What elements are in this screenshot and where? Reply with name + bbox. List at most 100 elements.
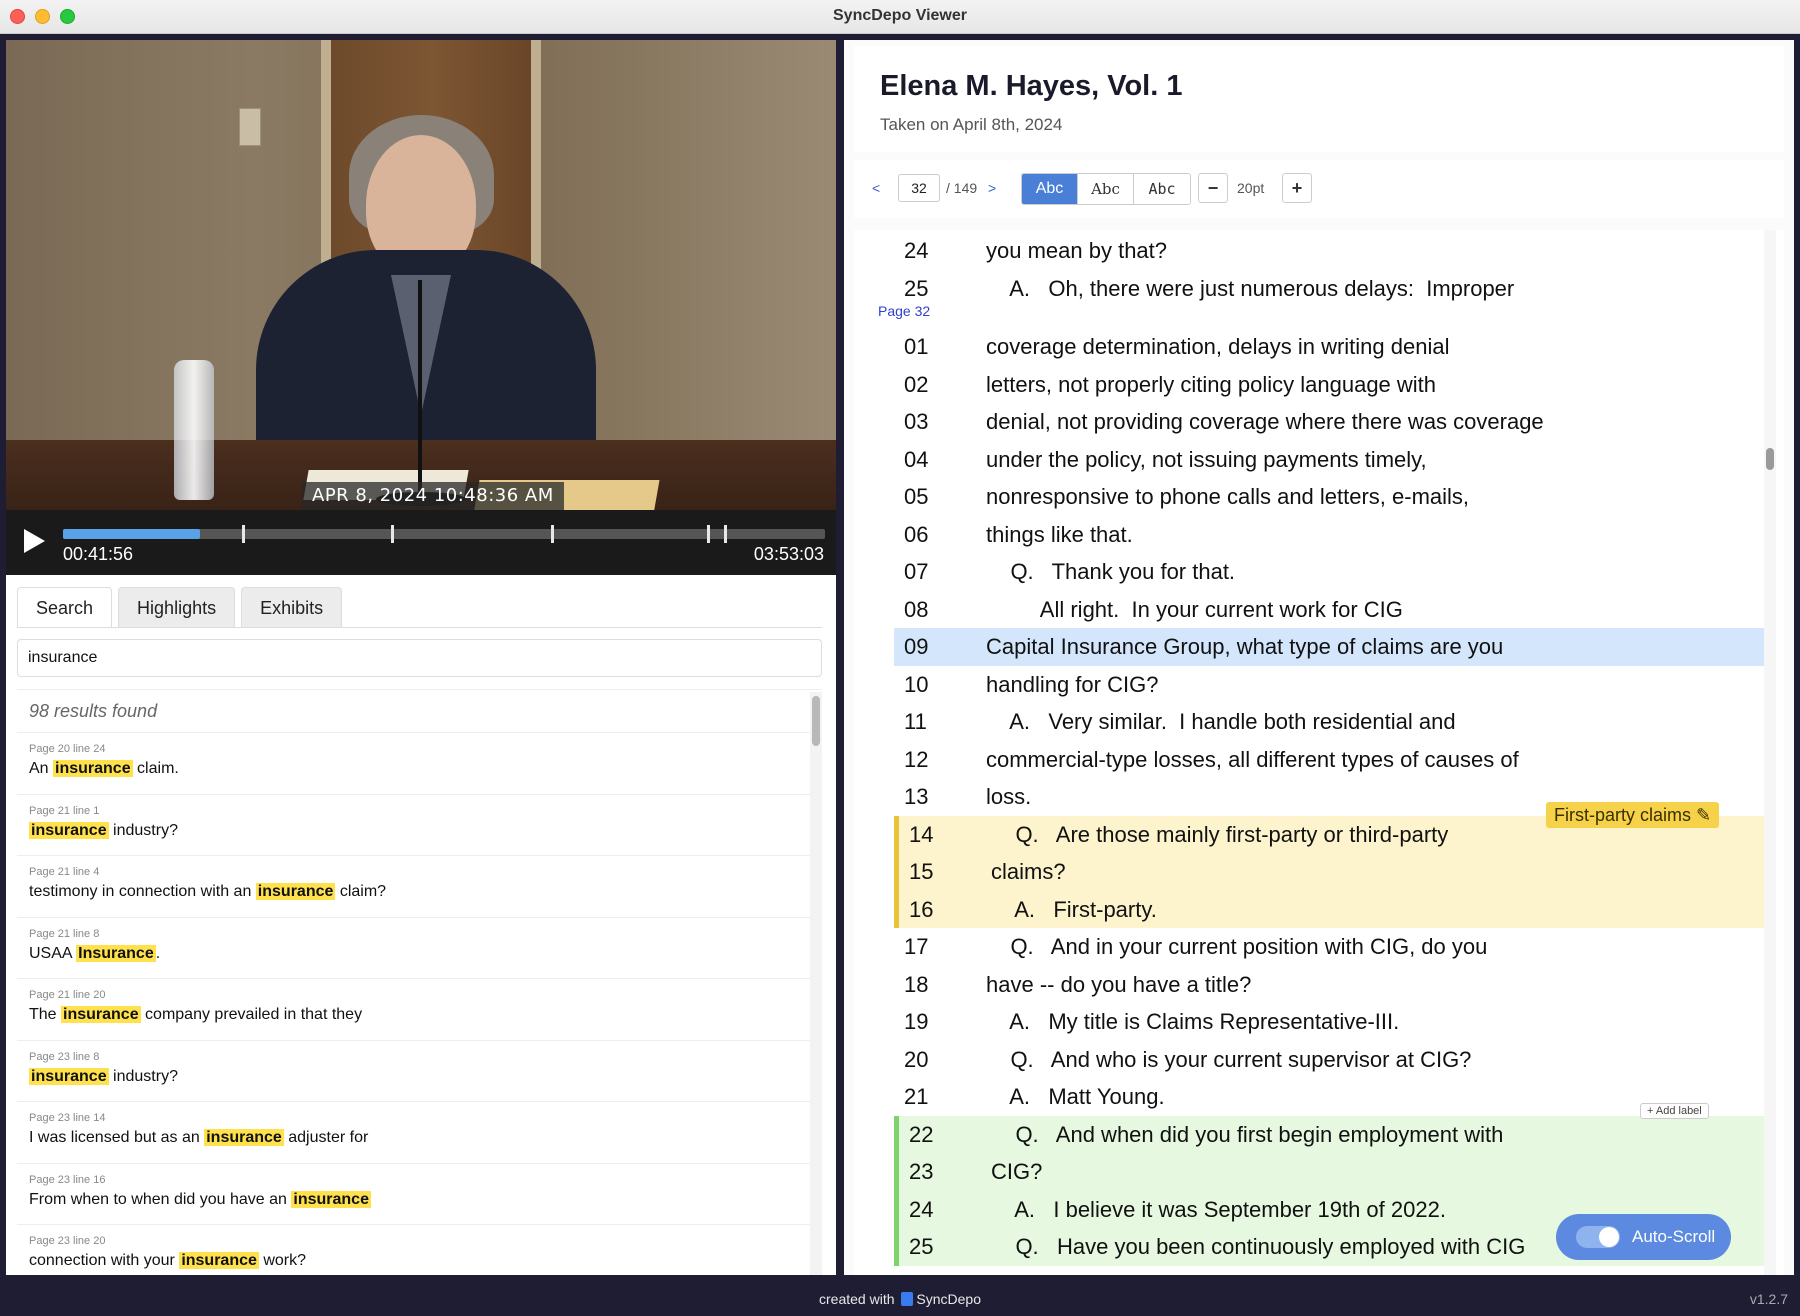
result-location: Page 23 line 8 bbox=[29, 1050, 100, 1063]
line-number: 23 bbox=[909, 1159, 934, 1184]
transcript-line[interactable]: 24 you mean by that? bbox=[894, 232, 1764, 270]
search-result[interactable]: Page 21 line 8 USAA Insurance. bbox=[17, 918, 822, 979]
tab-search[interactable]: Search bbox=[17, 587, 113, 627]
syncdepo-logo-icon bbox=[901, 1292, 914, 1306]
auto-scroll-toggle[interactable]: Auto-Scroll bbox=[1556, 1214, 1731, 1260]
transcript-line[interactable]: 10 handling for CIG? bbox=[894, 666, 1764, 704]
highlight-label-chip[interactable]: First-party claims ✎ bbox=[1546, 802, 1720, 828]
search-result[interactable]: Page 21 line 1 insurance industry? bbox=[17, 795, 822, 856]
transcript-scroll-thumb[interactable] bbox=[1766, 448, 1774, 470]
search-result[interactable]: Page 23 line 16 From when to when did you… bbox=[17, 1164, 822, 1225]
transcript-line[interactable]: 17 Q. And in your current position with … bbox=[894, 928, 1764, 966]
font-serif-button[interactable]: Abc bbox=[1078, 174, 1134, 204]
brand-name: SyncDepo bbox=[916, 1291, 981, 1307]
result-match: insurance bbox=[255, 883, 336, 900]
prev-page-button[interactable]: < bbox=[872, 180, 880, 196]
transcript-line[interactable]: 11 A. Very similar. I handle both reside… bbox=[894, 703, 1764, 741]
line-text: loss. bbox=[986, 784, 1032, 809]
transcript-line[interactable]: 19 A. My title is Claims Representative-… bbox=[894, 1003, 1764, 1041]
result-match: insurance bbox=[53, 760, 133, 777]
transcript-scrollbar[interactable] bbox=[1764, 230, 1776, 1275]
line-text: handling for CIG? bbox=[986, 671, 1159, 697]
result-match: insurance bbox=[29, 821, 109, 839]
line-number: 19 bbox=[904, 1009, 929, 1034]
transcript-line[interactable]: 22 Q. And when did you first begin emplo… bbox=[894, 1115, 1764, 1153]
result-location: Page 21 line 20 bbox=[29, 989, 106, 1001]
toggle-switch[interactable] bbox=[1576, 1226, 1620, 1248]
video-frame[interactable]: APR 8, 2024 10:48:36 AM bbox=[6, 40, 836, 510]
left-panel: APR 8, 2024 10:48:36 AM 00:41:56 03:53:0… bbox=[6, 40, 836, 1275]
zoom-in-button[interactable]: + bbox=[1282, 173, 1312, 203]
search-result[interactable]: Page 23 line 8 insurance industry? bbox=[17, 1041, 822, 1102]
results-scroll-thumb[interactable] bbox=[812, 696, 820, 746]
transcript-line[interactable]: 20 Q. And who is your current supervisor… bbox=[894, 1041, 1764, 1079]
line-number: 01 bbox=[904, 334, 929, 359]
transcript-line[interactable]: 25 A. Oh, there were just numerous delay… bbox=[894, 270, 1764, 308]
line-text: A. Matt Young. bbox=[986, 1084, 1165, 1109]
line-number: 03 bbox=[904, 409, 929, 434]
line-number: 07 bbox=[904, 559, 929, 584]
result-match: insurance bbox=[204, 1129, 284, 1146]
search-result[interactable]: Page 21 line 20 The insurance company pre… bbox=[17, 979, 822, 1041]
font-mono-button[interactable]: Abc bbox=[1134, 174, 1190, 204]
search-result[interactable]: Page 23 line 14 I was licensed but as an … bbox=[17, 1102, 822, 1164]
doc-header: Elena M. Hayes, Vol. 1 Taken on April 8t… bbox=[854, 46, 1784, 152]
transcript-line[interactable]: 12 commercial-type losses, all different … bbox=[894, 741, 1764, 779]
chapter-marker[interactable] bbox=[550, 525, 554, 543]
result-text: An insurance claim. bbox=[29, 760, 179, 777]
search-result[interactable]: Page 23 line 20 connection with your insu… bbox=[17, 1225, 822, 1275]
transcript-body[interactable]: 25 Q. Have you been continuously employe… bbox=[854, 230, 1784, 1275]
tab-exhibits[interactable]: Exhibits bbox=[241, 587, 343, 627]
total-time: 03:53:03 bbox=[753, 544, 824, 564]
transcript-line[interactable]: 04 under the policy, not issuing payments… bbox=[894, 441, 1764, 479]
line-text: Q. Have you been continuously employed w… bbox=[991, 1234, 1526, 1259]
chapter-marker[interactable] bbox=[390, 525, 394, 543]
line-number: 24 bbox=[909, 1196, 934, 1222]
made-with-text: created with bbox=[819, 1291, 895, 1307]
transcript-line[interactable]: 18 have -- do you have a title? bbox=[894, 966, 1764, 1004]
transcript-line[interactable]: 16 A. First-party. bbox=[894, 890, 1764, 928]
line-text: have -- do you have a title? bbox=[986, 971, 1252, 997]
auto-scroll-label: Auto-Scroll bbox=[1632, 1227, 1716, 1246]
progress-track[interactable] bbox=[63, 525, 825, 543]
doc-title: Elena M. Hayes, Vol. 1 bbox=[880, 70, 1183, 102]
transcript-line[interactable]: 01 coverage determination, delays in writ… bbox=[894, 328, 1764, 366]
play-icon[interactable] bbox=[22, 528, 46, 554]
transcript-line[interactable]: 21 A. Matt Young. bbox=[894, 1078, 1764, 1116]
line-text: Q. And who is your current supervisor at… bbox=[986, 1046, 1472, 1072]
result-match: insurance bbox=[291, 1190, 371, 1208]
font-sans-button[interactable]: Abc bbox=[1022, 174, 1078, 204]
transcript-line[interactable]: 08 All right. In your current work for C… bbox=[894, 591, 1764, 629]
search-result[interactable]: Page 21 line 4 testimony in connection wi… bbox=[17, 856, 822, 918]
transcript-line[interactable]: 06 things like that. bbox=[894, 516, 1764, 554]
search-results: 98 results found Page 20 line 24 An insur… bbox=[17, 689, 822, 1275]
line-text: you mean by that? bbox=[986, 238, 1168, 263]
transcript-line[interactable]: 05 nonresponsive to phone calls and lette… bbox=[894, 478, 1764, 516]
transcript-line[interactable]: 15 claims? bbox=[894, 853, 1764, 891]
search-input[interactable] bbox=[17, 639, 822, 677]
chapter-marker[interactable] bbox=[706, 525, 710, 543]
next-page-button[interactable]: > bbox=[988, 180, 996, 196]
results-scrollbar[interactable] bbox=[810, 692, 822, 1275]
progress-fill bbox=[63, 529, 201, 539]
search-result[interactable]: Page 20 line 24 An insurance claim. bbox=[17, 733, 822, 795]
line-number: 02 bbox=[904, 371, 929, 397]
transcript-line[interactable]: 07 Q. Thank you for that. bbox=[894, 553, 1764, 591]
tab-highlights[interactable]: Highlights bbox=[118, 587, 236, 627]
result-location: Page 20 line 24 bbox=[29, 743, 106, 755]
add-label-button[interactable]: + Add label bbox=[1640, 1103, 1709, 1119]
line-text: nonresponsive to phone calls and letters… bbox=[986, 484, 1470, 509]
chapter-marker[interactable] bbox=[242, 525, 246, 543]
transcript-line[interactable]: 09 Capital Insurance Group, what type of … bbox=[894, 628, 1764, 666]
chapter-marker[interactable] bbox=[724, 525, 728, 543]
line-text: claims? bbox=[991, 859, 1066, 884]
page-number-input[interactable]: 32 bbox=[898, 174, 940, 202]
microphone bbox=[418, 280, 422, 500]
transcript-line[interactable]: 03 denial, not providing coverage where t… bbox=[894, 403, 1764, 441]
transcript-line[interactable]: 02 letters, not properly citing policy la… bbox=[894, 366, 1764, 404]
line-text: A. My title is Claims Representative-III… bbox=[986, 1009, 1400, 1034]
zoom-out-button[interactable]: − bbox=[1198, 173, 1228, 203]
line-text: A. First-party. bbox=[991, 896, 1157, 922]
result-text: USAA Insurance. bbox=[29, 944, 161, 962]
transcript-line[interactable]: 23 CIG? bbox=[894, 1153, 1764, 1191]
